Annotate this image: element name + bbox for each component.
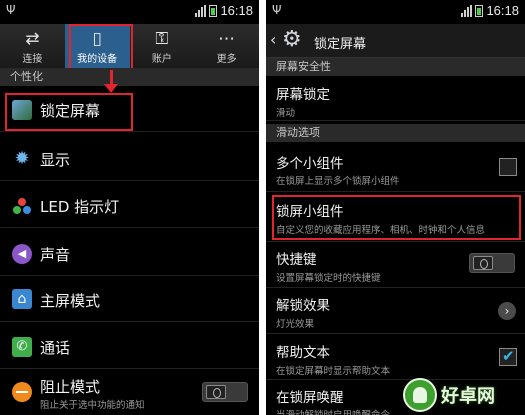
highlight-box-item — [5, 93, 133, 131]
home-icon: ⌂ — [12, 289, 32, 309]
list-item-label: 主屏模式 — [40, 292, 101, 310]
tab-label: 更多 — [216, 54, 237, 65]
gear-icon: ⚙ — [282, 27, 302, 52]
list-item-label: 阻止模式 — [40, 378, 101, 396]
list-item-label: 帮助文本 — [276, 345, 330, 361]
list-item-sound[interactable]: ◀ 声音 — [0, 232, 259, 276]
back-chevron-icon[interactable]: ‹ — [270, 30, 276, 49]
shortcuts-toggle[interactable] — [469, 253, 515, 273]
section-header-swipe: 滑动选项 — [266, 124, 525, 142]
section-header-text: 屏幕安全性 — [276, 60, 331, 73]
sound-icon: ◀ — [12, 244, 32, 264]
list-item-label: 声音 — [40, 246, 71, 264]
clock: 16:18 — [486, 3, 519, 18]
highlight-box-tab — [69, 24, 133, 70]
list-item-sub: 灯光效果 — [276, 319, 315, 330]
tab-connections[interactable]: ⇄ 连接 — [0, 24, 65, 68]
tab-more[interactable]: ⋯ 更多 — [194, 24, 259, 68]
list-item-sub: 设置屏幕锁定时的快捷键 — [276, 273, 381, 284]
list-item-label: 通话 — [40, 339, 71, 357]
led-icon — [12, 196, 32, 216]
right-screenshot: Ψ 16:18 ‹ ⚙ 锁定屏幕 屏幕安全性 屏幕锁定 滑动 滑动选项 多个小组… — [266, 0, 525, 415]
list-item-shortcuts[interactable]: 快捷键 设置屏幕锁定时的快捷键 — [266, 244, 525, 288]
left-screenshot: Ψ 16:18 ⇄ 连接 ▯ 我的设备 ⚿ 账户 ⋯ 更多 个性化 锁定屏幕 ✹… — [0, 0, 259, 415]
list-item-help-text[interactable]: 帮助文本 在锁定屏幕时显示帮助文本 — [266, 336, 525, 380]
section-header-text: 滑动选项 — [276, 126, 320, 139]
usb-icon: Ψ — [272, 3, 282, 17]
list-item-screen-lock[interactable]: 屏幕锁定 滑动 — [266, 77, 525, 121]
section-header: 个性化 — [0, 68, 259, 86]
block-icon — [12, 382, 32, 402]
list-item-label: 在锁屏唤醒 — [276, 390, 344, 406]
key-icon: ⚿ — [155, 29, 169, 49]
battery-icon — [209, 4, 218, 17]
site-watermark: 好卓网 — [403, 377, 523, 413]
signal-icon — [461, 4, 473, 17]
list-item-label: 屏幕锁定 — [276, 87, 330, 103]
list-item-label: LED 指示灯 — [40, 198, 120, 216]
list-item-label: 多个小组件 — [276, 156, 344, 172]
list-item-sub: 滑动 — [276, 108, 296, 119]
page-title: 锁定屏幕 — [314, 37, 367, 52]
block-mode-toggle[interactable] — [202, 382, 248, 402]
tab-label: 连接 — [22, 54, 43, 65]
multi-widgets-checkbox[interactable] — [499, 158, 517, 176]
tab-label: 账户 — [151, 54, 172, 65]
list-item-sub: 当滑动解锁时启用唤醒命令 — [276, 407, 390, 415]
list-item-sub: 在锁定屏幕时显示帮助文本 — [276, 366, 391, 377]
watermark-text: 好卓网 — [441, 386, 495, 407]
list-item-sub: 在锁屏上显示多个锁屏小组件 — [276, 176, 400, 187]
phone-icon: ✆ — [12, 337, 32, 357]
list-item-call[interactable]: ✆ 通话 — [0, 325, 259, 369]
list-item-home-mode[interactable]: ⌂ 主屏模式 — [0, 278, 259, 322]
tab-accounts[interactable]: ⚿ 账户 — [130, 24, 195, 68]
signal-icon — [195, 4, 207, 17]
more-icon: ⋯ — [218, 29, 236, 49]
status-bar: Ψ 16:18 — [0, 0, 259, 24]
list-item-label: 快捷键 — [276, 252, 317, 268]
status-bar: Ψ 16:18 — [266, 0, 525, 24]
brightness-icon: ✹ — [14, 148, 30, 169]
highlight-box-lock-widgets — [272, 195, 521, 240]
list-item-multi-widgets[interactable]: 多个小组件 在锁屏上显示多个锁屏小组件 — [266, 144, 525, 192]
help-text-checkbox[interactable] — [499, 347, 517, 366]
list-item-label: 显示 — [40, 151, 71, 169]
section-header-text: 个性化 — [10, 70, 43, 83]
list-item-unlock-effect[interactable]: 解锁效果 灯光效果 › — [266, 290, 525, 334]
list-item-sub: 阻止关于选中功能的通知 — [40, 400, 145, 411]
list-item-label: 解锁效果 — [276, 298, 330, 314]
battery-icon — [475, 4, 484, 17]
connection-icon: ⇄ — [25, 29, 40, 49]
chevron-right-icon[interactable]: › — [498, 302, 516, 320]
list-item-display[interactable]: ✹ 显示 — [0, 137, 259, 181]
clock: 16:18 — [220, 3, 253, 18]
list-item-block-mode[interactable]: 阻止模式 阻止关于选中功能的通知 — [0, 372, 259, 415]
android-logo-icon — [403, 378, 437, 412]
list-item-led[interactable]: LED 指示灯 — [0, 184, 259, 228]
usb-icon: Ψ — [6, 3, 16, 17]
action-bar: ‹ ⚙ 锁定屏幕 — [266, 24, 525, 58]
section-header-security: 屏幕安全性 — [266, 58, 525, 76]
